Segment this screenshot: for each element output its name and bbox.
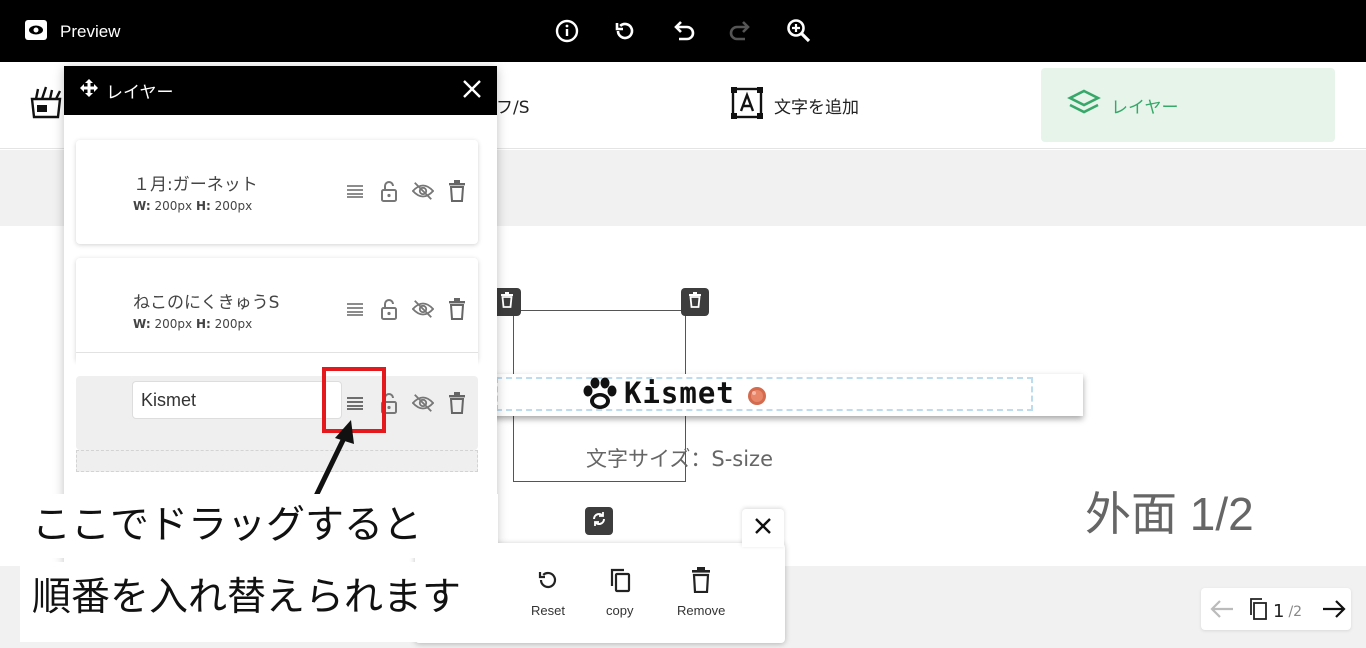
width-value: 200px	[154, 199, 193, 213]
drag-placeholder-top	[76, 352, 478, 374]
text-s-label: フ/S	[496, 97, 530, 118]
close-icon[interactable]	[461, 78, 483, 100]
add-text-label: 文字を追加	[774, 97, 859, 118]
preview-label: Preview	[60, 22, 121, 41]
remove-label: Remove	[677, 603, 726, 618]
remove-button[interactable]: Remove	[677, 567, 725, 618]
kismet-canvas-text[interactable]: Kismet	[624, 376, 735, 410]
reset-button[interactable]: Reset	[531, 567, 565, 618]
copy-icon	[607, 567, 633, 596]
eye-icon	[24, 18, 48, 46]
layer-card-dragging[interactable]	[76, 376, 478, 450]
rotate-handle[interactable]	[585, 507, 613, 535]
trash-icon	[688, 292, 702, 312]
caption-line-1: ここでドラッグすると	[20, 494, 498, 558]
preview-button[interactable]: Preview	[24, 18, 120, 46]
copy-button[interactable]: copy	[606, 567, 633, 618]
layer-card[interactable]: ねこのにくきゅうS W: 200px H: 200px	[76, 258, 478, 362]
reset-label: Reset	[531, 603, 565, 618]
drag-handle-icon[interactable]	[344, 178, 366, 204]
redo-icon[interactable]	[728, 18, 754, 44]
stamp-menu-button[interactable]	[28, 68, 64, 142]
caption-line-2: 順番を入れ替えられます	[20, 562, 498, 642]
stamp-pens-icon	[28, 85, 64, 126]
delete-handle-right[interactable]	[681, 288, 709, 316]
drop-zone	[76, 450, 478, 472]
top-bar: Preview	[0, 0, 1366, 62]
layer-name: １月:ガーネット	[133, 175, 258, 195]
page-indicator: 1 /2	[1249, 598, 1302, 625]
layer-name-input[interactable]	[132, 381, 342, 419]
height-value: 200px	[214, 317, 253, 331]
annotation-arrow-icon	[308, 416, 366, 504]
trash-icon[interactable]	[446, 178, 468, 204]
move-icon[interactable]	[80, 79, 98, 102]
trash-icon	[690, 567, 712, 596]
paw-icon	[580, 377, 620, 417]
info-icon[interactable]	[554, 18, 580, 44]
hide-icon[interactable]	[412, 178, 434, 204]
layer-panel-title: レイヤー	[106, 83, 174, 103]
layer-dimensions: W: 200px H: 200px	[133, 199, 252, 213]
next-page-button[interactable]	[1321, 598, 1347, 624]
lock-icon[interactable]	[378, 178, 400, 204]
zoom-in-icon[interactable]	[786, 18, 812, 44]
height-value: 200px	[214, 199, 253, 213]
layer-menu-label: レイヤー	[1111, 97, 1179, 118]
garnet-stone-icon[interactable]	[746, 385, 768, 411]
drag-handle-icon[interactable]	[344, 296, 366, 322]
copy-label: copy	[606, 603, 634, 618]
height-label: H:	[195, 199, 211, 213]
delete-handle-left[interactable]	[493, 288, 521, 316]
width-label: W:	[133, 317, 151, 331]
height-label: H:	[195, 317, 211, 331]
layer-panel-header[interactable]: レイヤー	[64, 66, 497, 115]
layer-menu-button[interactable]: レイヤー	[1041, 68, 1335, 142]
current-page: 1	[1273, 601, 1285, 622]
layer-panel: レイヤー １月:ガーネット W: 200px H: 200px ねこのにくきゅう…	[64, 66, 497, 566]
rotate-icon	[591, 511, 607, 531]
text-box-icon	[730, 86, 764, 125]
close-icon	[753, 516, 773, 540]
lock-icon[interactable]	[378, 296, 400, 322]
reset-icon	[535, 567, 561, 596]
width-value: 200px	[154, 317, 193, 331]
hide-icon[interactable]	[412, 296, 434, 322]
text-s-menu-button[interactable]: フ/S	[496, 68, 530, 142]
page-navigator: 1 /2	[1201, 588, 1351, 630]
add-text-button[interactable]: 文字を追加	[730, 68, 859, 142]
reset-icon[interactable]	[612, 18, 638, 44]
trash-icon[interactable]	[446, 296, 468, 322]
layer-name: ねこのにくきゅうS	[133, 293, 280, 313]
size-text: 文字サイズ：S-size	[586, 447, 773, 471]
face-indicator: 外面 1/2	[1085, 488, 1254, 540]
undo-icon[interactable]	[670, 18, 696, 44]
trash-icon	[500, 292, 514, 312]
layer-dimensions: W: 200px H: 200px	[133, 317, 252, 331]
layer-card[interactable]: １月:ガーネット W: 200px H: 200px	[76, 140, 478, 244]
pages-icon	[1249, 598, 1269, 625]
close-toolbar-button[interactable]	[742, 509, 784, 547]
width-label: W:	[133, 199, 151, 213]
layers-icon	[1067, 88, 1101, 123]
prev-page-button[interactable]	[1209, 598, 1235, 624]
total-pages: /2	[1288, 603, 1303, 620]
hide-icon[interactable]	[412, 390, 434, 416]
trash-icon[interactable]	[446, 390, 468, 416]
